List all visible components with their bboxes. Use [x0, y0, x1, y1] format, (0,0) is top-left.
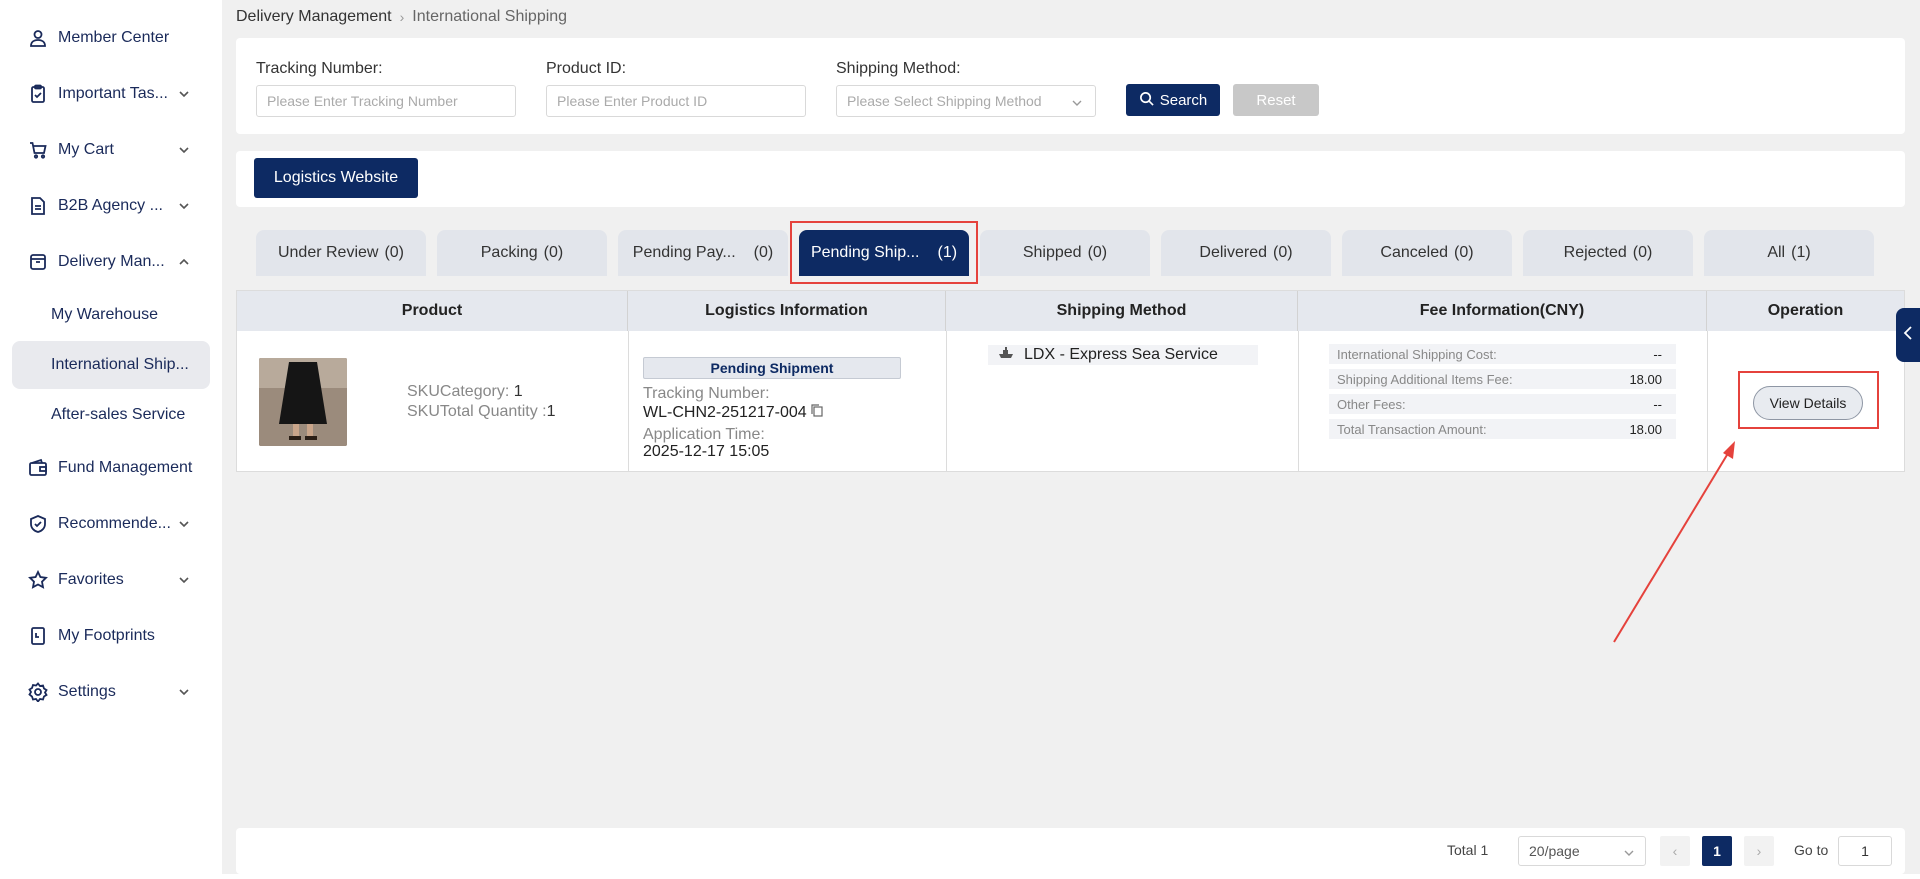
badge-icon: [28, 514, 48, 534]
sidebar-item-favorites[interactable]: Favorites: [12, 555, 210, 605]
sidebar-item-delivery-management[interactable]: Delivery Man...: [12, 237, 210, 287]
sidebar: Member Center Important Tas... My Cart B…: [0, 0, 222, 879]
chevron-down-icon: [172, 144, 196, 156]
chevron-down-icon: [172, 574, 196, 586]
page-size-value: 20/page: [1529, 843, 1580, 859]
gear-icon: [28, 682, 48, 702]
document-icon: [28, 196, 48, 216]
star-icon: [28, 570, 48, 590]
chevron-down-icon: [172, 686, 196, 698]
sidebar-item-label: Member Center: [58, 29, 170, 46]
cart-icon: [28, 140, 48, 160]
sidebar-item-label: Favorites: [58, 571, 124, 588]
clipboard-check-icon: [28, 84, 48, 104]
sidebar-item-my-footprints[interactable]: My Footprints: [12, 611, 210, 661]
chevron-down-icon: [172, 200, 196, 212]
goto-page-input[interactable]: 1: [1838, 836, 1892, 866]
prev-page-button[interactable]: ‹: [1660, 836, 1690, 866]
main-content: Delivery Management › International Ship…: [222, 0, 1920, 879]
sidebar-item-label: Delivery Man...: [58, 253, 165, 270]
annotation-arrow: [1613, 441, 1735, 643]
collapse-panel-tab[interactable]: [1896, 308, 1920, 362]
chevron-down-icon: [1623, 846, 1635, 862]
sidebar-subitem-after-sales-service[interactable]: After-sales Service: [12, 391, 210, 439]
goto-label: Go to: [1794, 842, 1829, 858]
pagination-total: Total 1: [1447, 842, 1489, 858]
sidebar-item-b2b-agency[interactable]: B2B Agency ...: [12, 181, 210, 231]
chevron-up-icon: [172, 256, 196, 268]
chevron-down-icon: [172, 88, 196, 100]
sidebar-item-settings[interactable]: Settings: [12, 667, 210, 717]
sidebar-subitem-my-warehouse[interactable]: My Warehouse: [12, 291, 210, 339]
bottom-border: [0, 874, 1920, 879]
sidebar-item-label: Fund Management: [58, 459, 193, 476]
pagination: Total 1 20/page ‹ 1 › Go to 1: [236, 828, 1905, 874]
sidebar-item-label: Settings: [58, 683, 116, 700]
sidebar-item-recommended[interactable]: Recommende...: [12, 499, 210, 549]
footprint-doc-icon: [28, 626, 48, 646]
sidebar-subitem-international-shipping[interactable]: International Ship...: [12, 341, 210, 389]
chevron-left-icon: ‹: [1672, 843, 1678, 859]
chevron-down-icon: [172, 518, 196, 530]
user-icon: [28, 28, 48, 48]
chevron-left-icon: [1902, 325, 1914, 346]
sidebar-item-label: My Cart: [58, 141, 114, 158]
sidebar-item-fund-management[interactable]: Fund Management: [12, 443, 210, 493]
sidebar-item-my-cart[interactable]: My Cart: [12, 125, 210, 175]
wallet-icon: [28, 458, 48, 478]
sidebar-item-important-tasks[interactable]: Important Tas...: [12, 69, 210, 119]
sidebar-item-label: Important Tas...: [58, 85, 168, 102]
box-icon: [28, 252, 48, 272]
next-page-button[interactable]: ›: [1744, 836, 1774, 866]
sidebar-item-label: My Footprints: [58, 627, 155, 644]
sidebar-item-label: B2B Agency ...: [58, 197, 163, 214]
sidebar-item-label: Recommende...: [58, 515, 171, 532]
page-size-select[interactable]: 20/page: [1518, 836, 1646, 866]
chevron-right-icon: ›: [1756, 843, 1762, 859]
page-number-current[interactable]: 1: [1702, 836, 1732, 866]
sidebar-item-member-center[interactable]: Member Center: [12, 13, 210, 63]
